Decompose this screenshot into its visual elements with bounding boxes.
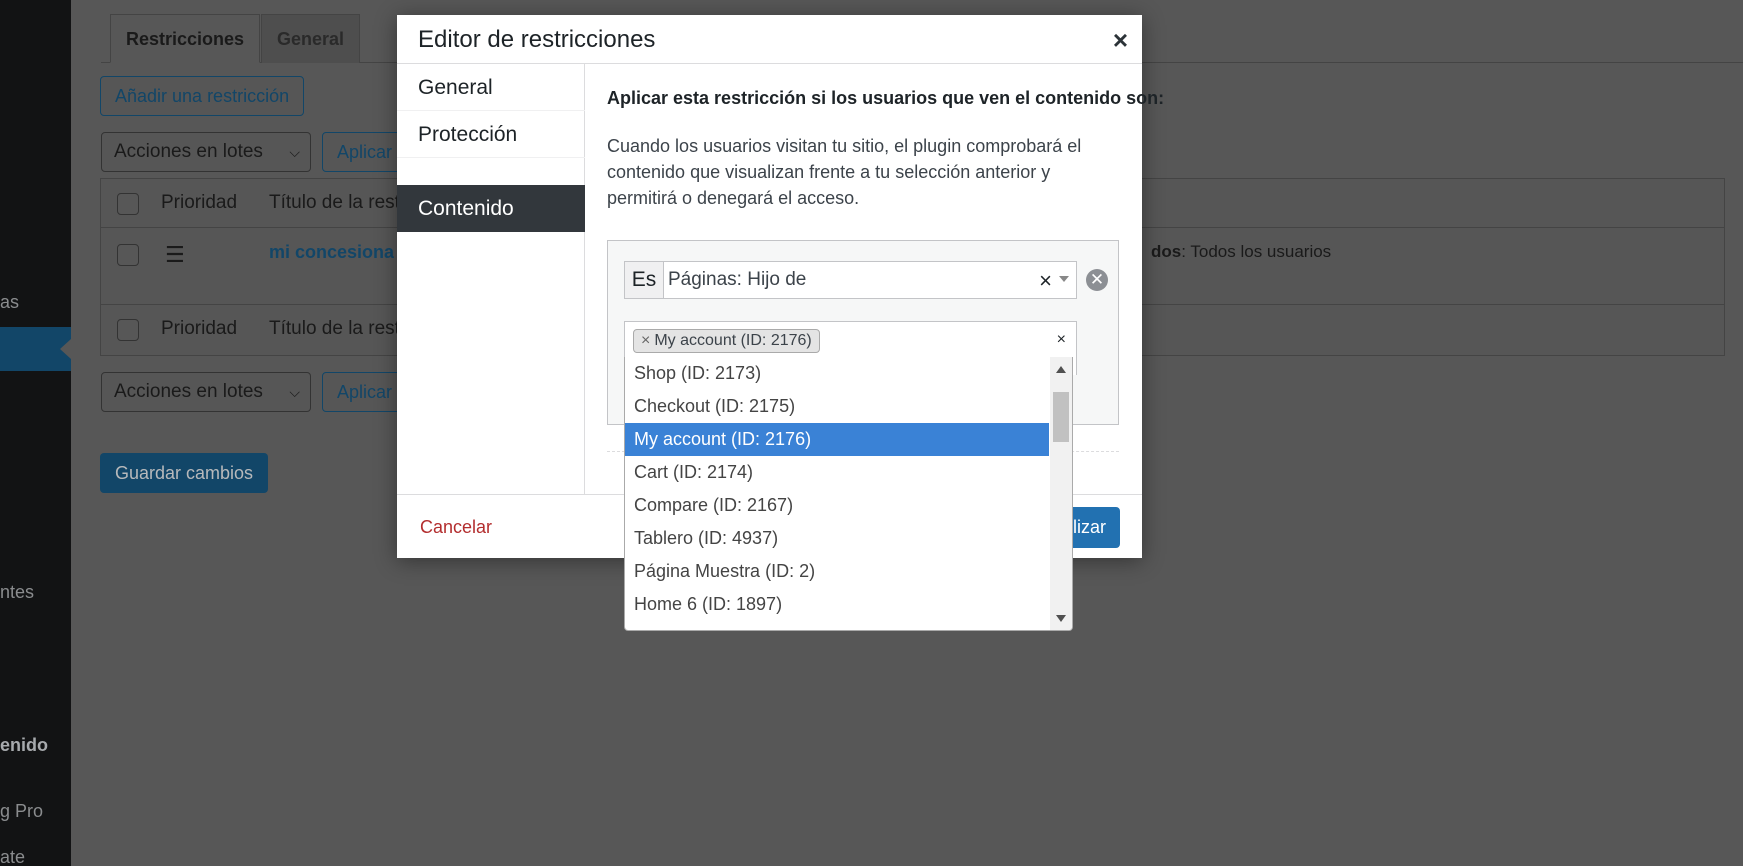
results-scrollbar[interactable] xyxy=(1050,357,1072,630)
scroll-down-icon[interactable] xyxy=(1056,615,1066,622)
modal-sidebar: General Protección Contenido xyxy=(397,64,585,494)
title-footer[interactable]: Título de la rest xyxy=(269,318,400,340)
modal-tab-proteccion[interactable]: Protección xyxy=(397,111,585,158)
restriction-title-link[interactable]: mi concesionar xyxy=(269,242,394,263)
selected-token: × My account (ID: 2176) xyxy=(633,329,820,353)
priority-header[interactable]: Prioridad xyxy=(161,192,237,214)
bulk-actions-label: Acciones en lotes xyxy=(114,141,263,162)
scroll-up-icon[interactable] xyxy=(1056,366,1066,373)
scroll-thumb[interactable] xyxy=(1053,392,1069,442)
clear-all-icon[interactable]: × xyxy=(1057,331,1066,349)
modal-tab-general[interactable]: General xyxy=(397,64,585,111)
sidebar-item-partial[interactable]: g Pro xyxy=(0,801,43,822)
users-info-value: : Todos los usuarios xyxy=(1181,242,1332,261)
admin-sidebar: as ntes enido g Pro ate xyxy=(0,0,71,866)
modal-tab-contenido[interactable]: Contenido xyxy=(397,185,585,232)
tab-general[interactable]: General xyxy=(261,14,361,63)
cancel-link[interactable]: Cancelar xyxy=(420,517,492,538)
priority-footer[interactable]: Prioridad xyxy=(161,318,237,340)
modal-title: Editor de restricciones xyxy=(418,26,656,53)
modal-header: Editor de restricciones × xyxy=(397,15,1142,64)
rule-description: Cuando los usuarios visitan tu sitio, el… xyxy=(607,136,1082,208)
clear-icon[interactable]: × xyxy=(1039,262,1052,300)
list-item[interactable]: Compare (ID: 2167) xyxy=(625,489,1049,522)
tab-restricciones[interactable]: Restricciones xyxy=(110,14,261,63)
sidebar-item-partial[interactable]: ate xyxy=(0,847,25,866)
sidebar-item-partial[interactable]: ntes xyxy=(0,582,34,603)
rule-value: Páginas: Hijo de xyxy=(668,269,807,290)
sidebar-active-arrow xyxy=(60,339,71,359)
add-restriction-button[interactable]: Añadir una restricción xyxy=(100,76,305,116)
list-item[interactable]: Página Muestra (ID: 2) xyxy=(625,555,1049,588)
select-all-checkbox-footer[interactable] xyxy=(117,319,139,341)
token-remove-icon[interactable]: × xyxy=(641,332,650,349)
users-info-label: dos xyxy=(1151,242,1182,261)
title-header[interactable]: Título de la rest xyxy=(269,192,400,214)
results-list: Shop (ID: 2173) Checkout (ID: 2175) My a… xyxy=(625,357,1049,621)
list-item[interactable]: Cart (ID: 2174) xyxy=(625,456,1049,489)
sidebar-item-partial[interactable]: as xyxy=(0,292,19,313)
restriction-users-info: dos: Todos los usuarios xyxy=(1151,242,1331,262)
chevron-down-icon: ⌵ xyxy=(289,144,300,160)
save-changes-button[interactable]: Guardar cambios xyxy=(100,453,269,493)
list-item[interactable]: Tablero (ID: 4937) xyxy=(625,522,1049,555)
close-icon[interactable]: × xyxy=(1113,25,1128,56)
remove-rule-icon[interactable]: ✕ xyxy=(1086,269,1108,291)
select-all-checkbox[interactable] xyxy=(117,193,139,215)
pages-dropdown-results: Shop (ID: 2173) Checkout (ID: 2175) My a… xyxy=(624,357,1073,631)
apply-button-bottom[interactable]: Aplicar xyxy=(322,372,402,412)
bulk-actions-select-top[interactable]: Acciones en lotes ⌵ xyxy=(101,132,311,172)
chevron-down-icon: ⌵ xyxy=(289,384,300,400)
sidebar-item-partial[interactable]: enido xyxy=(0,735,48,756)
bulk-actions-label: Acciones en lotes xyxy=(114,381,263,402)
row-checkbox[interactable] xyxy=(117,244,139,266)
rule-operator[interactable]: Es xyxy=(625,262,664,298)
rule-condition-select[interactable]: Es Páginas: Hijo de × xyxy=(624,261,1077,299)
list-item[interactable]: Checkout (ID: 2175) xyxy=(625,390,1049,423)
list-item-highlighted[interactable]: My account (ID: 2176) xyxy=(625,423,1049,456)
drag-handle-icon[interactable]: ☰ xyxy=(165,242,185,268)
bulk-actions-select-bottom[interactable]: Acciones en lotes ⌵ xyxy=(101,372,311,412)
list-item[interactable]: Home 6 (ID: 1897) xyxy=(625,588,1049,621)
rule-lead-text: Aplicar esta restricción si los usuarios… xyxy=(607,88,1165,108)
apply-button-top[interactable]: Aplicar xyxy=(322,132,402,172)
token-label: My account (ID: 2176) xyxy=(654,332,812,349)
dropdown-arrow-icon[interactable] xyxy=(1059,276,1069,282)
list-item[interactable]: Shop (ID: 2173) xyxy=(625,357,1049,390)
